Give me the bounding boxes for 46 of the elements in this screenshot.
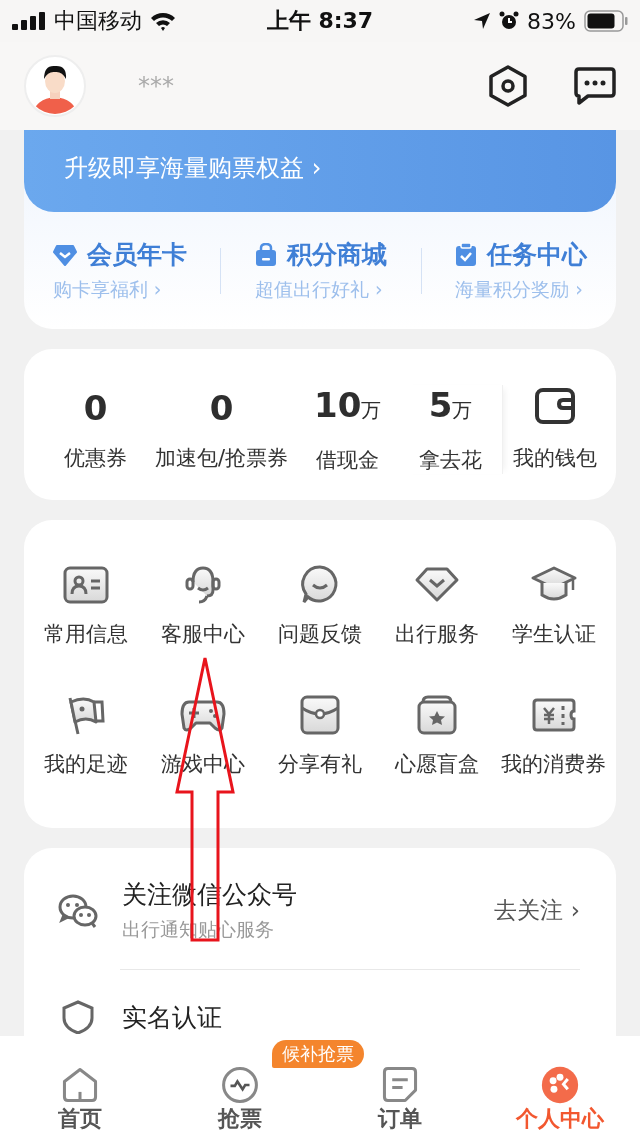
- alarm-icon: [499, 11, 520, 31]
- stat-label[interactable]: 借现金: [316, 446, 380, 474]
- id-card-icon[interactable]: [62, 564, 111, 606]
- service-label[interactable]: 心愿盲盒: [394, 750, 479, 778]
- signal-icon: [12, 12, 46, 30]
- home-icon: [60, 1066, 100, 1104]
- service-label[interactable]: 我的足迹: [44, 750, 129, 778]
- stat-label[interactable]: 拿去花: [419, 446, 483, 474]
- wechat-icon: [58, 893, 98, 928]
- clipboard-icon: [455, 242, 478, 267]
- stat-value[interactable]: 0: [83, 387, 108, 428]
- follow-link[interactable]: 去关注 ›: [494, 895, 580, 926]
- pulse-icon: [220, 1066, 260, 1104]
- service-label[interactable]: 我的消费券: [501, 750, 607, 778]
- location-icon: [473, 12, 492, 30]
- service-label[interactable]: 常用信息: [44, 620, 129, 648]
- wifi-icon: [150, 11, 176, 31]
- tab-item[interactable]: 抢票: [160, 1066, 320, 1136]
- list-title[interactable]: 实名认证: [122, 1000, 222, 1034]
- service-label[interactable]: 学生认证: [511, 620, 596, 648]
- username: ***: [138, 72, 174, 100]
- wallet-icon[interactable]: [534, 387, 575, 424]
- stat-value[interactable]: 10万: [314, 385, 382, 430]
- benefit-title[interactable]: 任务中心: [487, 238, 588, 271]
- stat-label[interactable]: 加速包/抢票券: [155, 443, 289, 472]
- settings-icon[interactable]: [488, 65, 528, 107]
- service-label[interactable]: 问题反馈: [278, 620, 362, 648]
- service-label[interactable]: 出行服务: [394, 620, 479, 648]
- clock-time: 上午 8:37: [266, 7, 374, 35]
- stat-value[interactable]: 5万: [428, 385, 473, 430]
- wallet-label[interactable]: 我的钱包: [512, 443, 597, 472]
- tab-item[interactable]: 订单: [320, 1066, 480, 1136]
- tab-item[interactable]: 首页: [0, 1066, 160, 1136]
- battery-icon: [584, 10, 628, 32]
- avatar[interactable]: [24, 55, 86, 117]
- stat-value[interactable]: 0: [209, 387, 234, 428]
- message-icon[interactable]: [574, 67, 616, 105]
- service-label[interactable]: 分享有礼: [278, 750, 362, 778]
- benefit-title[interactable]: 会员年卡: [86, 238, 187, 271]
- service-label[interactable]: 客服中心: [161, 620, 246, 648]
- tab-badge: 候补抢票: [272, 1040, 364, 1068]
- battery-percent: 83%: [527, 8, 576, 34]
- benefit-title[interactable]: 积分商城: [287, 238, 387, 271]
- note-icon: [380, 1066, 420, 1104]
- stat-label[interactable]: 优惠券: [63, 443, 127, 472]
- carrier-name: 中国移动: [54, 7, 142, 35]
